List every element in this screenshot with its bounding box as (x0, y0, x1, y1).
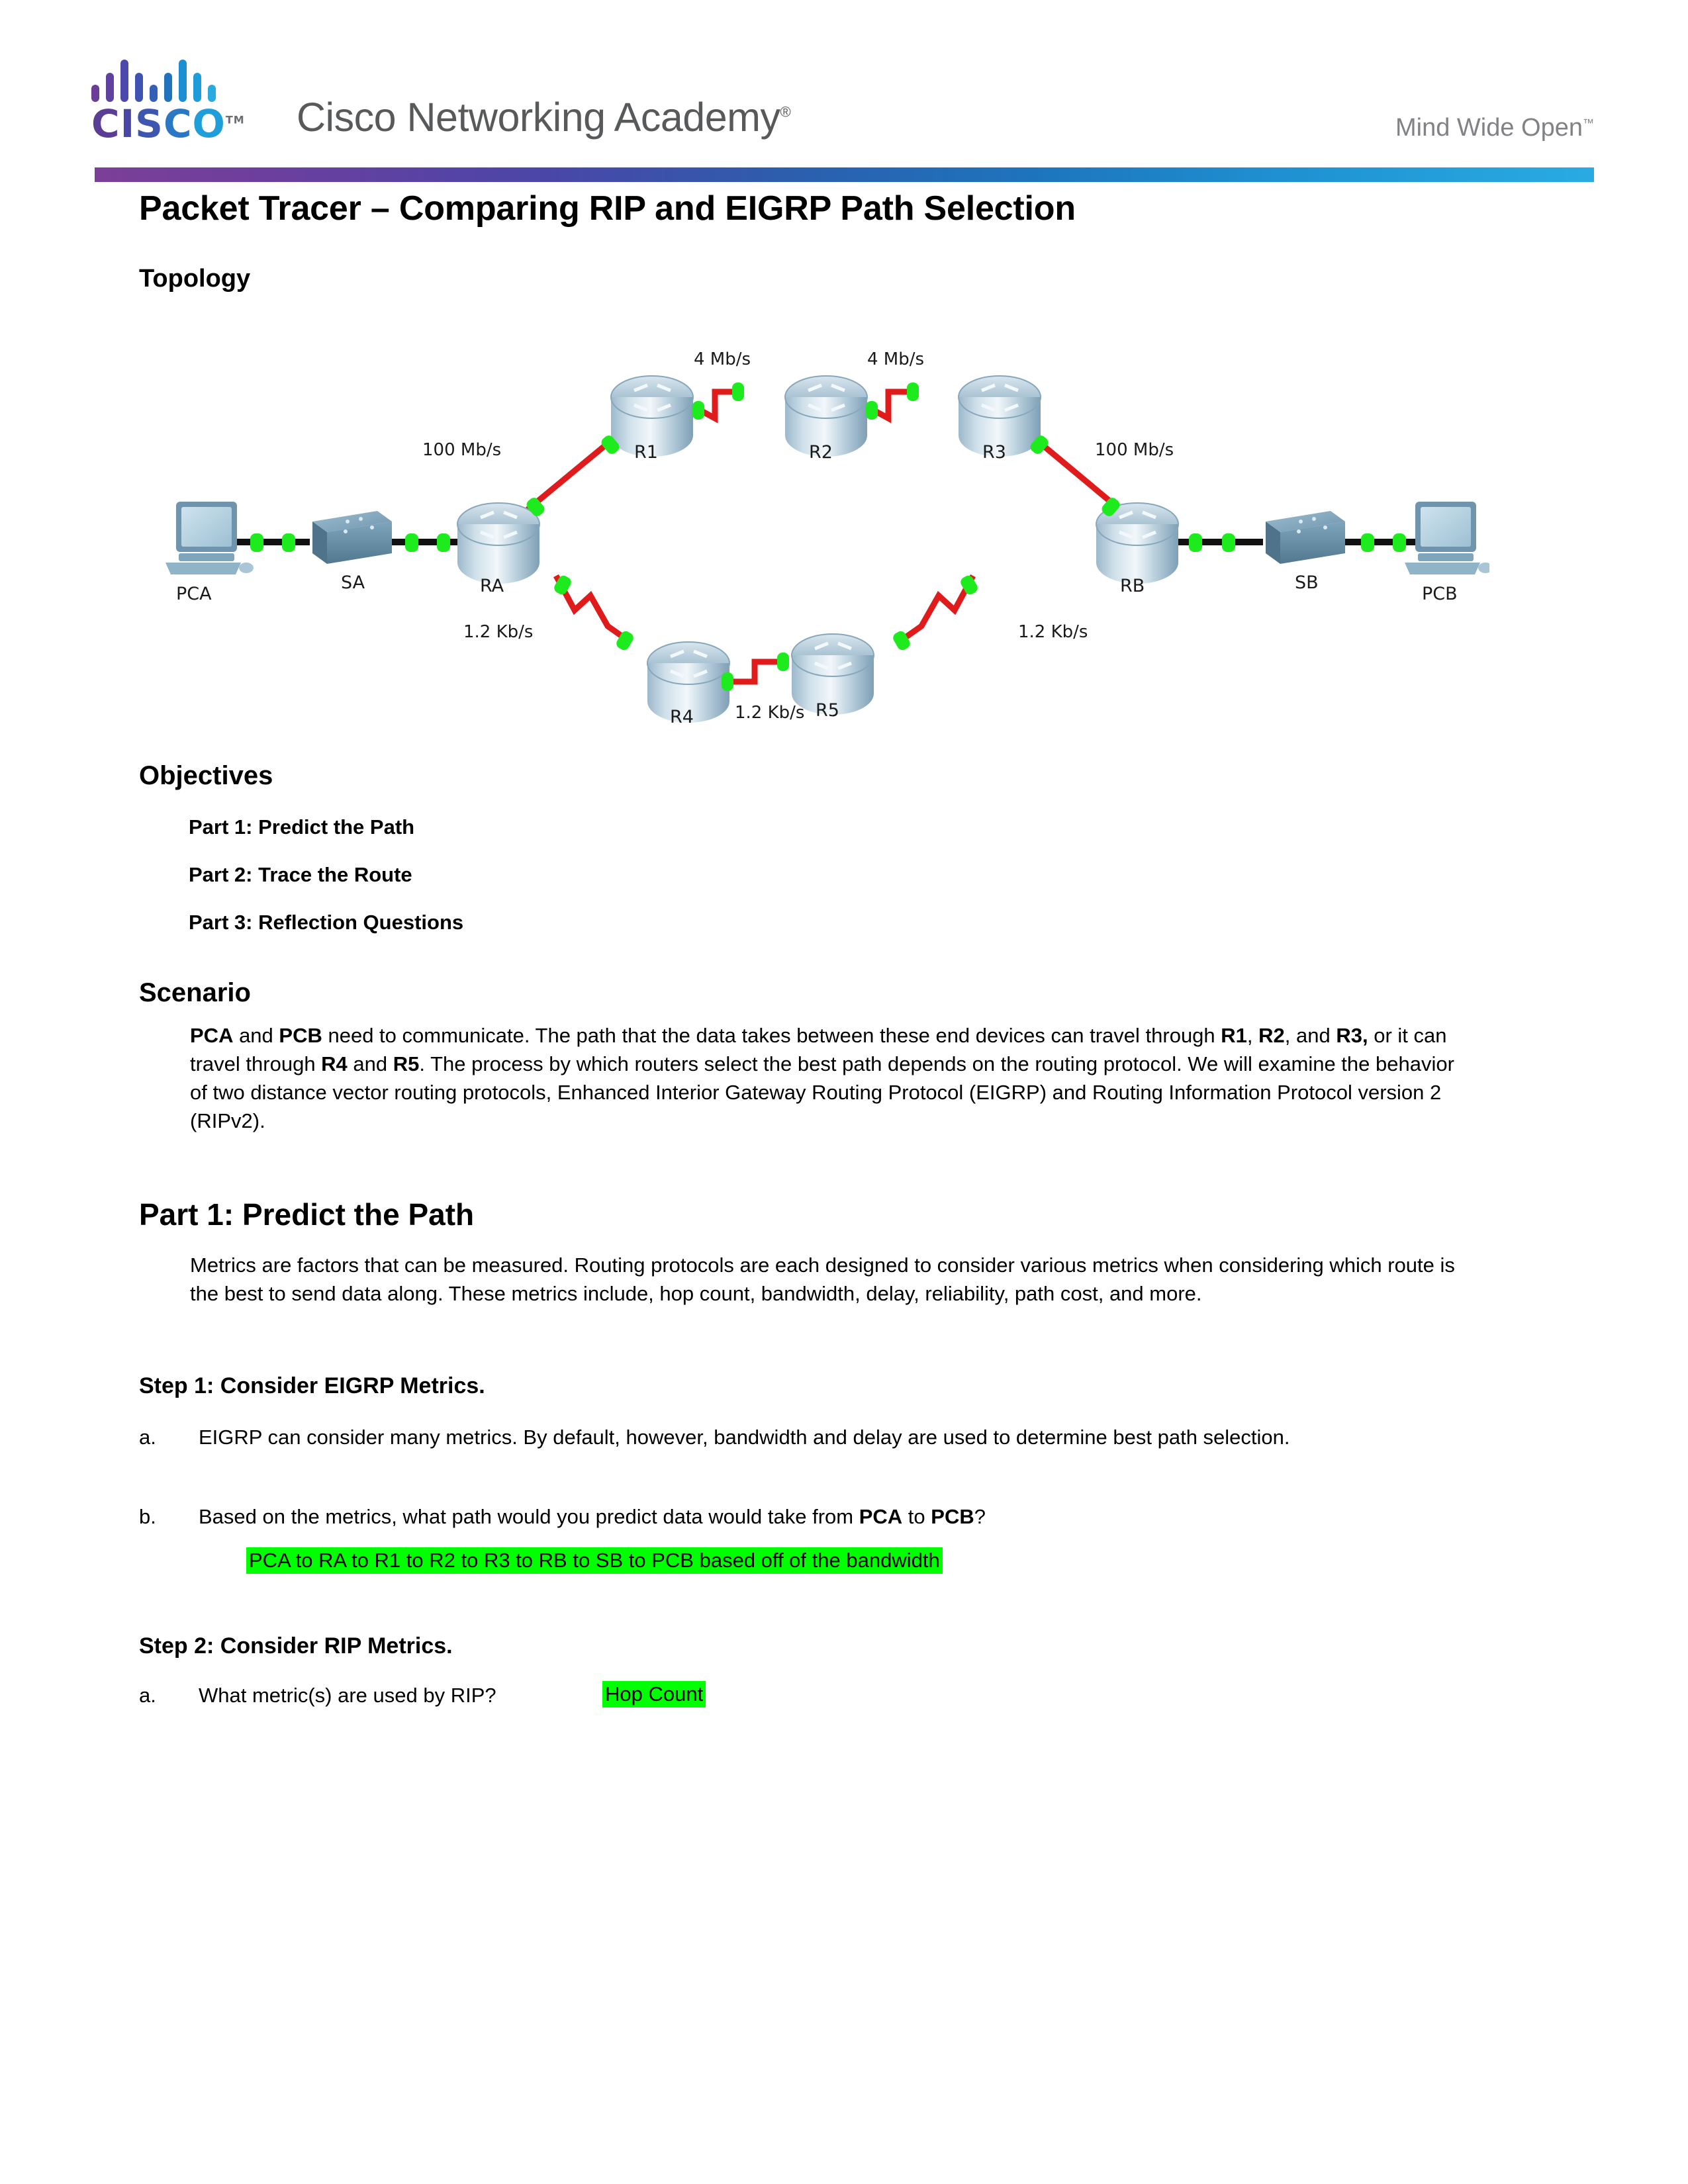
node-label-r2: R2 (809, 442, 833, 463)
objective-part-2: Part 2: Trace the Route (189, 863, 412, 886)
node-label-pca: PCA (176, 584, 212, 604)
node-label-r4: R4 (670, 707, 694, 727)
link-label-r5-rb: 1.2 Kb/s (1018, 622, 1088, 642)
header-gradient-rule (95, 167, 1594, 182)
step1-item-b: b. Based on the metrics, what path would… (139, 1502, 1483, 1531)
node-label-ra: RA (480, 576, 504, 596)
device-sa (312, 511, 392, 564)
node-label-r5: R5 (816, 700, 839, 721)
device-sb (1266, 511, 1345, 564)
scenario-heading: Scenario (139, 978, 251, 1007)
step2-heading: Step 2: Consider RIP Metrics. (139, 1633, 453, 1659)
link-label-r3-rb: 100 Mb/s (1095, 440, 1174, 460)
list-text-step2-a: What metric(s) are used by RIP? (199, 1684, 496, 1707)
document-page: CISCOTM Cisco Networking Academy® Mind W… (0, 0, 1688, 2184)
node-label-r1: R1 (634, 442, 658, 463)
list-letter-b: b. (139, 1505, 156, 1528)
node-label-pcb: PCB (1422, 584, 1458, 604)
link-label-r2-r3: 4 Mb/s (867, 349, 925, 369)
node-label-sa: SA (341, 572, 365, 593)
cisco-trademark: TM (225, 113, 245, 126)
step1-heading: Step 1: Consider EIGRP Metrics. (139, 1373, 485, 1398)
objective-part-3: Part 3: Reflection Questions (189, 911, 464, 934)
part1-heading: Part 1: Predict the Path (139, 1197, 475, 1232)
part1-paragraph: Metrics are factors that can be measured… (190, 1253, 1455, 1305)
device-ra (457, 502, 540, 584)
cisco-wordmark: CISCOTM (91, 101, 245, 146)
tagline: Mind Wide Open™ (1395, 114, 1594, 142)
topology-diagram: PCA SA RA R1 R2 R3 R4 R5 RB SB PCB 100 M… (159, 311, 1489, 735)
list-text-a: EIGRP can consider many metrics. By defa… (199, 1426, 1290, 1449)
link-label-r4-r5: 1.2 Kb/s (735, 703, 805, 723)
node-label-rb: RB (1120, 576, 1145, 596)
page-header: CISCOTM Cisco Networking Academy® Mind W… (0, 0, 1688, 182)
topology-heading: Topology (139, 265, 251, 293)
step1-answer-highlight[interactable]: PCA to RA to R1 to R2 to R3 to RB to SB … (246, 1547, 943, 1574)
tagline-trademark-icon: ™ (1583, 116, 1594, 130)
device-pcb (1405, 502, 1489, 574)
academy-title: Cisco Networking Academy® (297, 95, 791, 140)
step2-item-a: a. What metric(s) are used by RIP? (139, 1681, 1483, 1709)
link-label-ra-r4: 1.2 Kb/s (463, 622, 534, 642)
link-label-ra-r1: 100 Mb/s (422, 440, 502, 460)
device-pca (165, 502, 254, 574)
link-label-r1-r2: 4 Mb/s (694, 349, 751, 369)
objectives-heading: Objectives (139, 761, 273, 790)
step2-answer-highlight[interactable]: Hop Count (602, 1681, 706, 1707)
cisco-bridge-icon (91, 58, 257, 102)
objective-part-1: Part 1: Predict the Path (189, 815, 415, 839)
step1-item-a: a. EIGRP can consider many metrics. By d… (139, 1423, 1483, 1451)
list-letter-a: a. (139, 1426, 156, 1449)
cisco-logo: CISCOTM (91, 58, 270, 151)
topology-svg (165, 375, 1489, 723)
page-title: Packet Tracer – Comparing RIP and EIGRP … (139, 189, 1076, 228)
scenario-paragraph: PCA and PCB need to communicate. The pat… (190, 1024, 1454, 1132)
node-label-r3: R3 (982, 442, 1006, 463)
node-label-sb: SB (1295, 572, 1319, 593)
list-letter-step2-a: a. (139, 1684, 156, 1707)
registered-icon: ® (780, 103, 791, 120)
list-text-b: Based on the metrics, what path would yo… (199, 1505, 986, 1528)
